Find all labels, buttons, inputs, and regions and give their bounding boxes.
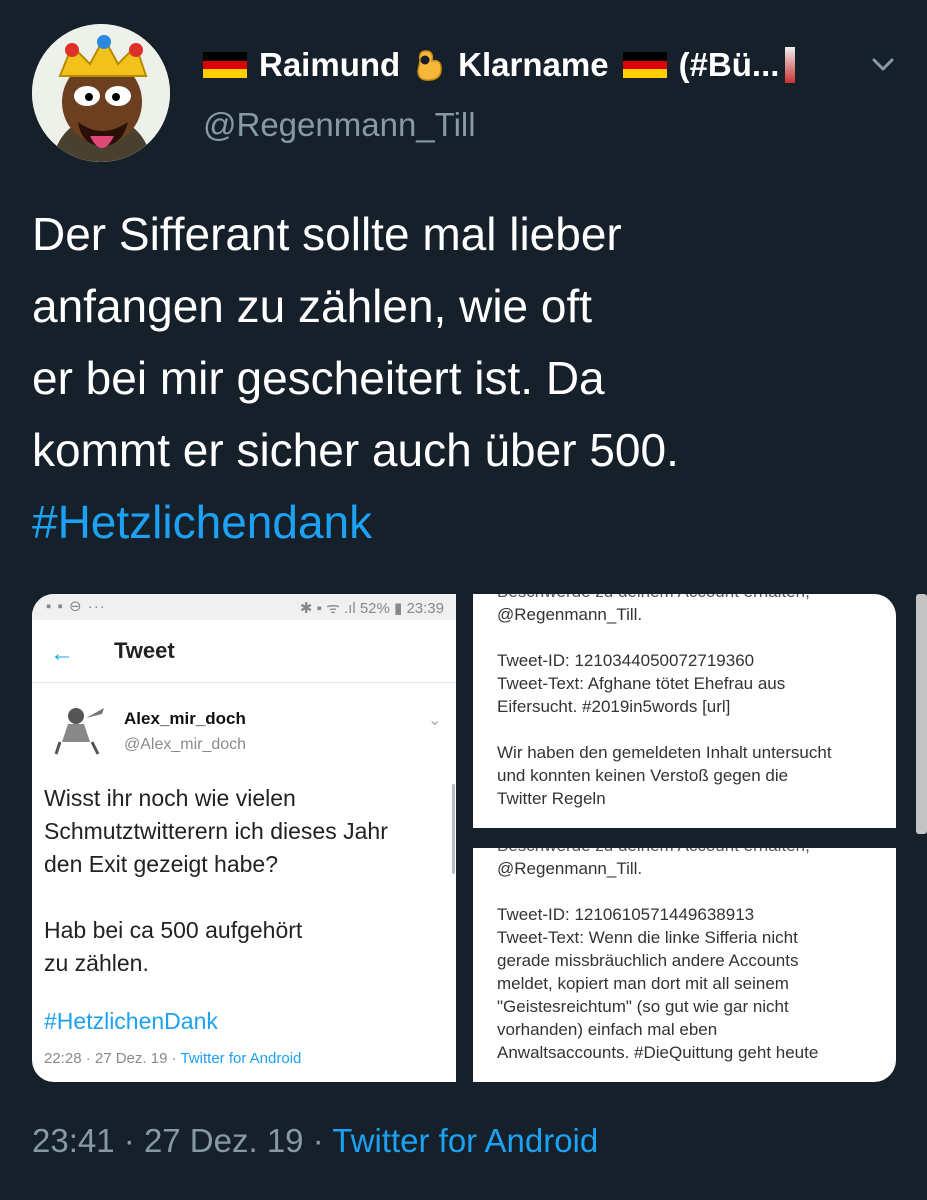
report-line: "Geistesreichtum" (so gut wie gar nicht (497, 997, 789, 1016)
report-line: Wir haben den gemeldeten Inhalt untersuc… (497, 743, 832, 762)
report-line (497, 626, 832, 649)
author-name-part-3: (#Bü... (678, 46, 780, 83)
inner-text-line: Hab bei ca 500 aufgehört (44, 917, 303, 943)
scrollbar-thumb[interactable] (916, 594, 927, 834)
hashtag-link[interactable]: #Hetzlichendank (32, 486, 892, 558)
ok-hand-icon (414, 47, 444, 83)
media-image-right-bottom[interactable]: Beschwerde zu deinem Account erhalten, @… (473, 848, 896, 1082)
tweet-time: 23:41 (32, 1122, 115, 1159)
inner-tweet-header: ← Tweet (32, 626, 456, 683)
inner-user-handle: @Alex_mir_doch (124, 736, 247, 753)
status-left-icons: ▪ ▪ ⊖ ··· (46, 598, 106, 615)
author-name-part-1: Raimund (259, 46, 401, 83)
report-line: und konnten keinen Verstoß gegen die (497, 766, 789, 785)
inner-hashtag: #HetzlichenDank (44, 1008, 218, 1034)
report-text: Beschwerde zu deinem Account erhalten, @… (497, 594, 832, 810)
report-line: Tweet-Text: Wenn die linke Sifferia nich… (497, 928, 798, 947)
inner-meta-time: 22:28 · 27 Dez. 19 · (44, 1050, 177, 1067)
status-right-icons: ✱ ▪ ᯤ .ıl 52% ▮ 23:39 (299, 600, 444, 617)
report-line: Eifersucht. #2019in5words [url] (497, 697, 731, 716)
report-line: Tweet-ID: 1210610571449638913 (497, 905, 755, 924)
tweet-text-line: kommt er sicher auch über 500. (32, 424, 679, 476)
inner-scrollbar (452, 784, 455, 874)
tweet-date: 27 Dez. 19 (143, 1122, 304, 1159)
inner-text-line: den Exit gezeigt habe? (44, 851, 279, 877)
inner-tweet-meta: 22:28 · 27 Dez. 19 · Twitter for Android (44, 1050, 301, 1067)
media-image-right-top[interactable]: Beschwerde zu deinem Account erhalten, @… (473, 594, 896, 828)
avatar-illustration (32, 24, 170, 162)
inner-tweet-text: Wisst ihr noch wie vielen Schmutztwitter… (44, 782, 449, 980)
tweet-text: Der Sifferant sollte mal lieber anfangen… (32, 198, 892, 558)
inner-chevron-icon: ⌄ (428, 712, 442, 729)
report-line: @Regenmann_Till. (497, 605, 643, 624)
author-handle[interactable]: @Regenmann_Till (203, 106, 476, 144)
chevron-down-icon[interactable] (866, 48, 900, 82)
german-flag-icon (622, 52, 667, 78)
german-flag-icon (203, 52, 247, 78)
avatar[interactable] (32, 24, 170, 162)
report-line: gerade missbräuchlich andere Accounts (497, 951, 799, 970)
inner-meta-source: Twitter for Android (180, 1050, 302, 1067)
tweet-text-line: er bei mir gescheitert ist. Da (32, 352, 605, 404)
report-line-cut: Beschwerde zu deinem Account erhalten, (497, 594, 832, 603)
inner-user-name: Alex_mir_doch (124, 709, 246, 728)
inner-text-line: zu zählen. (44, 950, 149, 976)
report-line: Anwaltsaccounts. #DieQuittung geht heute (497, 1043, 819, 1062)
report-line (497, 718, 832, 741)
report-line-cut: Beschwerde zu deinem Account erhalten, (497, 848, 818, 857)
tweet-source-link[interactable]: Twitter for Android (332, 1122, 598, 1159)
tweet-text-line: Der Sifferant sollte mal lieber (32, 208, 622, 260)
report-line: meldet, kopiert man dort mit all seinem (497, 974, 789, 993)
report-line: Twitter Regeln (497, 789, 606, 808)
inner-text-line: Schmutztwitterern ich dieses Jahr (44, 818, 388, 844)
tweet-meta: 23:41 · 27 Dez. 19 · Twitter for Android (32, 1122, 598, 1160)
report-line: vorhanden) einfach mal eben (497, 1020, 718, 1039)
author-display-name[interactable]: Raimund Klarname (#Bü... (203, 40, 843, 90)
inner-avatar (46, 698, 108, 760)
media-image-left[interactable]: ▪ ▪ ⊖ ··· ✱ ▪ ᯤ .ıl 52% ▮ 23:39 ← Tweet … (32, 594, 456, 1082)
report-line: Tweet-ID: 1210344050072719360 (497, 651, 755, 670)
tweet-text-line: anfangen zu zählen, wie oft (32, 280, 593, 332)
inner-text-line: Wisst ihr noch wie vielen (44, 785, 296, 811)
truncated-emoji-icon (785, 47, 796, 83)
inner-text-line (44, 881, 449, 914)
report-line: @Regenmann_Till. (497, 859, 643, 878)
media-grid: ▪ ▪ ⊖ ··· ✱ ▪ ᯤ .ıl 52% ▮ 23:39 ← Tweet … (32, 594, 896, 1082)
phone-status-bar: ▪ ▪ ⊖ ··· ✱ ▪ ᯤ .ıl 52% ▮ 23:39 (32, 594, 456, 620)
report-line (497, 880, 818, 903)
meta-separator: · (123, 1122, 135, 1159)
report-line: Tweet-Text: Afghane tötet Ehefrau aus (497, 674, 786, 693)
meta-separator: · (312, 1122, 324, 1159)
report-text: Beschwerde zu deinem Account erhalten, @… (497, 848, 818, 1064)
back-arrow-icon: ← (50, 640, 74, 667)
author-name-part-2: Klarname (458, 46, 609, 83)
inner-tweet-title: Tweet (114, 638, 175, 663)
